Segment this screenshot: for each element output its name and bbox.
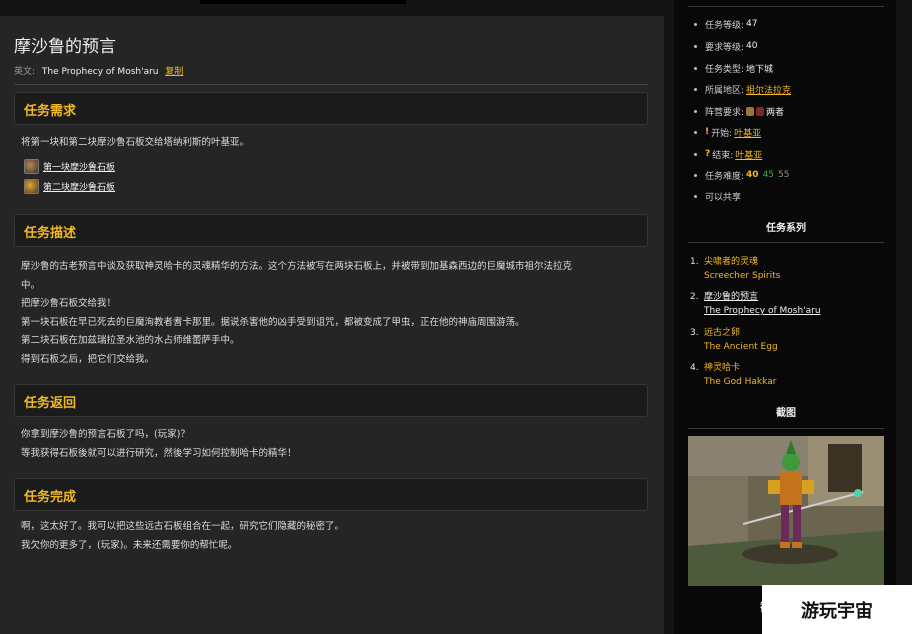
text-line: 中。 [21, 279, 41, 291]
exclamation-icon: ! [705, 127, 710, 137]
bullet-icon [694, 87, 697, 91]
copy-link[interactable]: 复制 [165, 67, 183, 77]
info-required-level: 要求等级: 40 [694, 39, 758, 53]
series-link-en[interactable]: Screecher Spirits [704, 269, 780, 283]
sidebar: 任务等级: 47 要求等级: 40 任务类型: 地下城 所属地区: 祖尔法拉克 … [674, 0, 896, 634]
series-link-cn[interactable]: 尖啸者的灵魂 [704, 255, 758, 269]
info-label: 要求等级: [705, 42, 745, 53]
sidebar-divider [688, 242, 884, 243]
bullet-icon [694, 22, 697, 26]
info-difficulty: 任务难度: 40 45 55 [694, 168, 789, 182]
section-title: 任务需求 [24, 104, 77, 119]
bullet-icon [694, 130, 697, 134]
section-title: 任务完成 [24, 490, 77, 505]
info-value: 地下城 [746, 64, 774, 75]
text-line: 你拿到摩沙鲁的预言石板了吗，(玩家)？ [21, 429, 190, 440]
required-item[interactable]: 第二块摩沙鲁石板 [24, 178, 115, 194]
section-header-description: 任务描述 [14, 214, 648, 247]
series-link-cn[interactable]: 神灵哈卡 [704, 361, 740, 375]
english-name: The Prophecy of Mosh'aru [41, 67, 159, 77]
section-title: 任务返回 [24, 396, 77, 411]
english-label: 英文: [14, 67, 36, 77]
info-end: ? 结束: 叶基亚 [694, 147, 762, 161]
text-line: 我欠你的更多了，(玩家)。未来还需要你的帮忙呢。 [21, 539, 238, 551]
info-label: 任务等级: [705, 20, 745, 31]
sidebar-divider [688, 428, 884, 429]
info-value: 47 [746, 19, 758, 29]
text-line: 得到石板之后，把它们交给我。 [21, 353, 155, 365]
screenshot-image[interactable] [688, 436, 884, 586]
series-link-en[interactable]: The Ancient Egg [704, 340, 778, 354]
bullet-icon [694, 152, 697, 156]
info-label: 结束: [712, 150, 734, 161]
item-link[interactable]: 第二块摩沙鲁石板 [43, 180, 115, 193]
title-divider [14, 84, 648, 85]
question-icon: ? [705, 149, 711, 159]
text-line: 摩沙鲁的古老预言中谈及获取神灵哈卡的灵魂精华的方法。这个方法被写在两块石板上，并… [21, 261, 573, 272]
horde-icon [756, 106, 765, 116]
bullet-icon [694, 44, 697, 48]
info-label: 阵营要求: [705, 107, 745, 118]
difficulty-value: 55 [778, 170, 790, 180]
series-link-cn[interactable]: 远古之卵 [704, 326, 740, 340]
top-bar [200, 0, 406, 4]
info-quest-level: 任务等级: 47 [694, 17, 758, 31]
info-faction: 阵营要求: 两者 [694, 104, 784, 118]
text-line: 把摩沙鲁石板交给我！ [21, 298, 117, 309]
info-value: 两者 [766, 107, 785, 118]
difficulty-value: 45 [762, 170, 775, 180]
bullet-icon [694, 173, 697, 177]
return-text: 你拿到摩沙鲁的预言石板了吗，(玩家)？ 等我获得石板後就可以进行研究，然後学习如… [21, 426, 641, 463]
end-npc-link[interactable]: 叶基亚 [735, 148, 762, 161]
requirement-text: 将第一块和第二块摩沙鲁石板交给塔纳利斯的叶基亚。 [21, 137, 250, 148]
bullet-icon [694, 194, 697, 198]
text-line: 等我获得石板後就可以进行研究，然後学习如何控制哈卡的精华！ [21, 447, 297, 459]
sidebar-divider [688, 6, 884, 7]
zone-link[interactable]: 祖尔法拉克 [746, 83, 791, 96]
text-line: 第二块石板在加兹瑞拉圣水池的水占师维蕾萨手中。 [21, 335, 240, 346]
info-value: 可以共享 [705, 192, 742, 203]
series-link-cn[interactable]: 摩沙鲁的预言 [704, 290, 758, 304]
section-header-complete: 任务完成 [14, 478, 648, 511]
item-link[interactable]: 第一块摩沙鲁石板 [43, 160, 115, 173]
series-link-en[interactable]: The God Hakkar [704, 375, 776, 389]
tablet-icon [24, 158, 39, 174]
info-start: ! 开始: 叶基亚 [694, 125, 761, 139]
difficulty-value: 40 [746, 170, 759, 180]
info-label: 所属地区: [705, 85, 745, 96]
watermark-logo: 游玩宇宙 [762, 585, 912, 634]
info-value: 40 [746, 41, 758, 51]
series-number: 1. [690, 257, 699, 267]
info-quest-type: 任务类型: 地下城 [694, 61, 773, 75]
start-npc-link[interactable]: 叶基亚 [734, 126, 761, 139]
info-label: 任务难度: [705, 171, 745, 182]
complete-text: 啊，这太好了。我可以把这些远古石板组合在一起，研究它们隐藏的秘密了。 我欠你的更… [21, 518, 641, 555]
info-shareable: 可以共享 [694, 189, 741, 203]
series-heading: 任务系列 [766, 223, 806, 234]
page-title: 摩沙鲁的预言 [14, 37, 116, 57]
description-text: 摩沙鲁的古老预言中谈及获取神灵哈卡的灵魂精华的方法。这个方法被写在两块石板上，并… [21, 258, 641, 369]
info-zone: 所属地区: 祖尔法拉克 [694, 82, 791, 96]
info-label: 任务类型: [705, 64, 745, 75]
section-title: 任务描述 [24, 226, 77, 241]
info-label: 开始: [711, 128, 733, 139]
troll-screenshot-illustration [688, 436, 884, 586]
text-line: 第一块石板在早已死去的巨魔洵教者耆卡那里。据说杀害他的凶手受到诅咒，都被变成了甲… [21, 316, 525, 328]
tablet-icon [24, 178, 39, 194]
section-header-return: 任务返回 [14, 384, 648, 417]
series-number: 3. [690, 328, 699, 338]
series-number: 4. [690, 363, 699, 373]
bullet-icon [694, 66, 697, 70]
section-header-requirements: 任务需求 [14, 92, 648, 125]
text-line: 啊，这太好了。我可以把这些远古石板组合在一起，研究它们隐藏的秘密了。 [21, 521, 345, 532]
main-panel: 摩沙鲁的预言 英文: The Prophecy of Mosh'aru 复制 任… [0, 16, 664, 634]
screenshot-heading: 截图 [776, 408, 796, 419]
bullet-icon [694, 109, 697, 113]
required-item[interactable]: 第一块摩沙鲁石板 [24, 158, 115, 174]
series-number: 2. [690, 292, 699, 302]
english-name-line: 英文: The Prophecy of Mosh'aru 复制 [14, 64, 183, 77]
series-link-en[interactable]: The Prophecy of Mosh'aru [704, 304, 821, 318]
alliance-icon [746, 106, 755, 116]
